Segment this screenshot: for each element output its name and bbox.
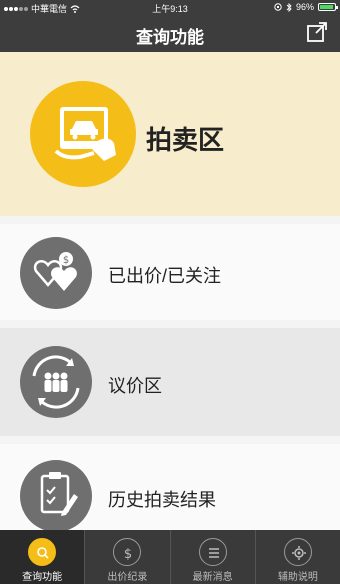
search-icon xyxy=(28,538,57,566)
battery-icon xyxy=(318,3,338,11)
negotiation-area-label: 议价区 xyxy=(108,376,162,396)
negotiation-area-item[interactable]: 议价区 xyxy=(0,328,340,436)
auction-area-banner[interactable]: 拍卖区 xyxy=(0,52,340,216)
svg-text:$: $ xyxy=(124,547,132,561)
status-right: 96% xyxy=(274,2,338,12)
battery-percent: 96% xyxy=(295,2,314,12)
svg-text:$: $ xyxy=(63,255,69,266)
people-cycle-icon xyxy=(20,346,92,418)
tab-query[interactable]: 查询功能 xyxy=(0,530,86,584)
auction-history-label: 历史拍卖结果 xyxy=(108,490,216,510)
navigation-bar: 查询功能 xyxy=(0,14,340,52)
list-icon xyxy=(198,538,227,566)
share-icon[interactable] xyxy=(306,21,328,43)
rotation-lock-icon xyxy=(274,3,282,11)
tab-news[interactable]: 最新消息 xyxy=(171,530,256,584)
bluetooth-icon xyxy=(286,2,292,12)
clipboard-icon xyxy=(20,460,92,532)
status-bar: 中華電信 上午9:13 96% xyxy=(0,0,340,14)
dollar-icon: $ xyxy=(113,538,142,566)
tab-bid-record-label: 出价纪录 xyxy=(107,572,148,583)
page-title: 查询功能 xyxy=(136,28,204,47)
bid-following-item[interactable]: $ 已出价/已关注 xyxy=(0,224,340,320)
auction-icon xyxy=(30,81,136,187)
tab-bid-record[interactable]: $ 出价纪录 xyxy=(85,530,171,584)
gear-icon xyxy=(283,538,312,566)
hearts-icon: $ xyxy=(20,237,92,309)
tab-bar: 查询功能 $ 出价纪录 最新消息 辅助说明 xyxy=(0,530,340,584)
auction-area-label: 拍卖区 xyxy=(146,125,225,155)
tab-help[interactable]: 辅助说明 xyxy=(256,530,340,584)
auction-history-item[interactable]: 历史拍卖结果 xyxy=(0,444,340,534)
tab-help-label: 辅助说明 xyxy=(277,572,318,583)
tab-news-label: 最新消息 xyxy=(192,572,233,583)
bid-following-label: 已出价/已关注 xyxy=(108,266,222,286)
tab-query-label: 查询功能 xyxy=(22,572,63,583)
